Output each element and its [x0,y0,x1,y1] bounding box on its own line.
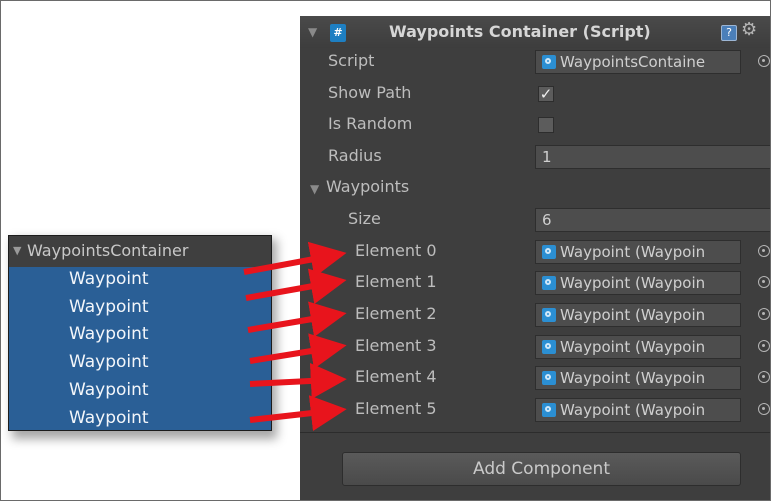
help-icon[interactable]: ? [721,25,737,41]
element-field[interactable]: Waypoint (Waypoin [535,303,741,327]
gear-icon[interactable]: ⚙ [741,19,757,40]
waypoint-asset-icon [542,371,556,385]
element-label: Element 3 [355,336,437,355]
object-picker-icon[interactable] [758,340,770,352]
script-label: Script [328,51,375,70]
show-path-label: Show Path [328,83,412,102]
element-value: Waypoint (Waypoin [560,401,706,419]
hierarchy-expand-arrow-icon[interactable]: ▼ [13,244,21,257]
divider [300,432,771,433]
element-row: Element 1 Waypoint (Waypoin [300,268,771,299]
size-label: Size [348,209,381,228]
hierarchy-item-waypoint[interactable]: Waypoint [69,408,149,428]
element-value: Waypoint (Waypoin [560,243,706,261]
component-title: Waypoints Container (Script) [389,22,651,41]
object-picker-icon[interactable] [758,403,770,415]
show-path-row: Show Path ✓ [300,79,771,110]
hierarchy-root-item[interactable]: ▼ WaypointsContainer [9,236,271,267]
is-random-row: Is Random [300,110,771,141]
script-value: WaypointsContaine [560,53,706,71]
object-picker-icon[interactable] [758,276,770,288]
object-picker-icon[interactable] [758,245,770,257]
element-row: Element 4 Waypoint (Waypoin [300,363,771,394]
waypoint-asset-icon [542,245,556,259]
radius-row: Radius 1 [300,142,771,173]
element-field[interactable]: Waypoint (Waypoin [535,366,741,390]
waypoint-asset-icon [542,276,556,290]
element-field[interactable]: Waypoint (Waypoin [535,335,741,359]
hierarchy-item-waypoint[interactable]: Waypoint [69,352,149,372]
foldout-arrow-icon[interactable]: ▼ [308,25,317,39]
object-picker-icon[interactable] [758,55,770,67]
hierarchy-item-waypoint[interactable]: Waypoint [69,380,149,400]
size-row: Size 6 [300,205,771,236]
element-value: Waypoint (Waypoin [560,306,706,324]
element-row: Element 0 Waypoint (Waypoin [300,237,771,268]
show-path-checkbox[interactable]: ✓ [538,86,554,102]
hierarchy-item-waypoint[interactable]: Waypoint [69,297,149,317]
element-label: Element 2 [355,304,437,323]
is-random-checkbox[interactable] [538,117,554,133]
is-random-label: Is Random [328,114,413,133]
element-row: Element 5 Waypoint (Waypoin [300,395,771,426]
element-label: Element 1 [355,272,437,291]
element-field[interactable]: Waypoint (Waypoin [535,240,741,264]
hierarchy-item-waypoint[interactable]: Waypoint [69,324,149,344]
element-value: Waypoint (Waypoin [560,274,706,292]
object-picker-icon[interactable] [758,371,770,383]
element-value: Waypoint (Waypoin [560,369,706,387]
radius-label: Radius [328,146,382,165]
script-field[interactable]: WaypointsContaine [535,50,741,74]
element-field[interactable]: Waypoint (Waypoin [535,271,741,295]
element-field[interactable]: Waypoint (Waypoin [535,398,741,422]
waypoints-foldout-arrow-icon[interactable]: ▼ [310,182,319,196]
object-picker-icon[interactable] [758,308,770,320]
element-label: Element 5 [355,399,437,418]
waypoint-asset-icon [542,340,556,354]
radius-input[interactable]: 1 [535,145,771,169]
element-value: Waypoint (Waypoin [560,338,706,356]
element-label: Element 0 [355,241,437,260]
script-component-icon: # [330,24,346,42]
add-component-button[interactable]: Add Component [342,452,741,486]
element-row: Element 2 Waypoint (Waypoin [300,300,771,331]
inspector-panel: ▼ # Waypoints Container (Script) ? ⚙ Scr… [300,16,771,501]
waypoint-asset-icon [542,308,556,322]
script-row: Script WaypointsContaine [300,47,771,78]
element-label: Element 4 [355,367,437,386]
component-header[interactable]: ▼ # Waypoints Container (Script) ? ⚙ [300,16,771,48]
waypoints-label: Waypoints [326,177,410,196]
hierarchy-panel: ▼ WaypointsContainer Waypoint Waypoint W… [8,235,272,431]
size-input[interactable]: 6 [535,208,771,232]
script-asset-icon [542,55,556,69]
element-row: Element 3 Waypoint (Waypoin [300,332,771,363]
hierarchy-root-label: WaypointsContainer [27,241,189,260]
waypoints-foldout[interactable]: ▼ Waypoints [300,173,771,204]
hierarchy-item-waypoint[interactable]: Waypoint [69,269,149,289]
waypoint-asset-icon [542,403,556,417]
